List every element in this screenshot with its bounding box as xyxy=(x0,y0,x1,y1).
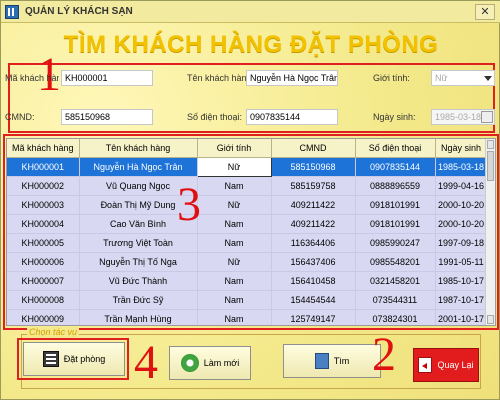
grid-highlight-box xyxy=(3,134,499,330)
cmnd-field[interactable]: 585150968 xyxy=(61,109,153,125)
ma-kh-field[interactable]: KH000001 xyxy=(61,70,153,86)
quay-lai-button[interactable]: Quay Lại xyxy=(413,348,479,382)
annotation-number-3: 3 xyxy=(177,178,201,231)
ten-kh-label: Tên khách hàng: xyxy=(187,73,255,83)
ma-kh-label: Mã khách hàng: xyxy=(5,73,59,83)
gioi-tinh-label: Giới tính: xyxy=(373,73,410,83)
gioi-tinh-select[interactable]: Nữ xyxy=(431,70,495,86)
close-button[interactable]: ✕ xyxy=(475,4,495,20)
lam-moi-label: Làm mới xyxy=(203,358,240,368)
building-icon xyxy=(42,351,59,367)
tim-label: Tìm xyxy=(333,356,350,366)
ngay-sinh-label: Ngày sinh: xyxy=(373,112,416,122)
gioi-tinh-value: Nữ xyxy=(435,73,448,83)
page-title: TÌM KHÁCH HÀNG ĐẶT PHÒNG xyxy=(63,31,439,58)
refresh-icon xyxy=(180,354,199,372)
sdt-field[interactable]: 0907835144 xyxy=(246,109,338,125)
ngay-sinh-value: 1985-03-18 xyxy=(435,112,482,122)
action-group-title: Chọn tác vụ xyxy=(27,327,80,337)
hotel-icon xyxy=(5,4,19,19)
main-window: QUẢN LÝ KHÁCH SẠN ✕ TÌM KHÁCH HÀNG ĐẶT P… xyxy=(0,0,500,400)
quay-lai-label: Quay Lại xyxy=(437,360,474,370)
cmnd-label: CMND: xyxy=(5,112,35,122)
tim-button[interactable]: Tìm xyxy=(283,344,381,378)
search-icon xyxy=(314,353,329,369)
ngay-sinh-field[interactable]: 1985-03-18 xyxy=(431,109,495,125)
dat-phong-label: Đặt phòng xyxy=(63,354,106,364)
dat-phong-button[interactable]: Đặt phòng xyxy=(23,342,125,376)
title-bar: QUẢN LÝ KHÁCH SẠN ✕ xyxy=(1,1,500,23)
exit-icon xyxy=(418,357,433,373)
chevron-down-icon[interactable] xyxy=(484,76,492,81)
sdt-label: Số điện thoại: xyxy=(187,112,243,122)
calendar-icon[interactable] xyxy=(481,111,493,123)
ten-kh-field[interactable]: Nguyễn Hà Ngọc Trân xyxy=(246,70,338,86)
annotation-number-2: 2 xyxy=(372,328,396,381)
window-title: QUẢN LÝ KHÁCH SẠN xyxy=(25,6,133,17)
lam-moi-button[interactable]: Làm mới xyxy=(169,346,251,380)
annotation-number-4: 4 xyxy=(134,336,158,389)
